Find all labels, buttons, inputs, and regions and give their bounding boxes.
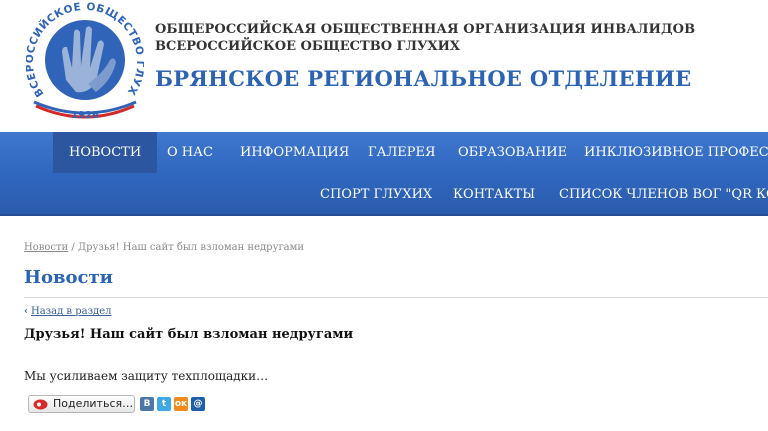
back-link-label: Назад в раздел — [31, 306, 112, 317]
breadcrumb-separator: / — [71, 242, 75, 253]
nav-item-members-qr[interactable]: СПИСОК ЧЛЕНОВ ВОГ "QR КОД" — [559, 174, 768, 215]
title-divider — [24, 297, 768, 298]
nav-item-deaf-sport[interactable]: СПОРТ ГЛУХИХ — [320, 174, 432, 215]
nav-item-news[interactable]: НОВОСТИ — [53, 132, 158, 173]
twitter-icon[interactable]: t — [157, 397, 171, 411]
mailru-icon[interactable]: @ — [191, 397, 205, 411]
main-nav: НОВОСТИ О НАС ИНФОРМАЦИЯ ГАЛЕРЕЯ ОБРАЗОВ… — [0, 132, 768, 216]
odnoklassniki-icon[interactable]: ок — [174, 397, 188, 411]
article-title: Друзья! Наш сайт был взломан недругами — [24, 327, 354, 342]
nav-item-education[interactable]: ОБРАЗОВАНИЕ — [458, 132, 567, 173]
nav-item-contacts[interactable]: КОНТАКТЫ — [453, 174, 535, 215]
site-header: ВСЕРОССИЙСКОЕ ОБЩЕСТВО ГЛУХИХ 1926 ОБЩЕР… — [0, 0, 768, 132]
org-name-line2: ВСЕРОССИЙСКОЕ ОБЩЕСТВО ГЛУХИХ — [155, 39, 461, 54]
breadcrumb-home-link[interactable]: Новости — [24, 242, 68, 253]
article-body: Мы усиливаем защиту техплощадки… — [24, 369, 269, 383]
logo-year: 1926 — [71, 110, 99, 121]
vk-icon[interactable]: В — [140, 397, 154, 411]
nav-item-gallery[interactable]: ГАЛЕРЕЯ — [368, 132, 436, 173]
breadcrumb: Новости / Друзья! Наш сайт был взломан н… — [24, 242, 304, 253]
nav-item-about[interactable]: О НАС — [167, 132, 213, 173]
nav-row-2: СПОРТ ГЛУХИХ КОНТАКТЫ СПИСОК ЧЛЕНОВ ВОГ … — [0, 174, 768, 216]
share-button[interactable]: Поделиться… — [28, 395, 135, 413]
back-to-section-link[interactable]: ‹ Назад в раздел — [24, 306, 112, 317]
region-title: БРЯНСКОЕ РЕГИОНАЛЬНОЕ ОТДЕЛЕНИЕ — [155, 66, 692, 91]
page-title: Новости — [24, 267, 113, 288]
vog-logo[interactable]: ВСЕРОССИЙСКОЕ ОБЩЕСТВО ГЛУХИХ 1926 — [26, 2, 144, 126]
share-eye-icon — [33, 399, 48, 410]
nav-row-1: НОВОСТИ О НАС ИНФОРМАЦИЯ ГАЛЕРЕЯ ОБРАЗОВ… — [0, 132, 768, 174]
breadcrumb-current: Друзья! Наш сайт был взломан недругами — [77, 242, 305, 253]
nav-item-information[interactable]: ИНФОРМАЦИЯ — [240, 132, 349, 173]
nav-item-inclusive[interactable]: ИНКЛЮЗИВНОЕ ПРОФЕССИО — [584, 132, 768, 173]
share-button-label: Поделиться… — [53, 397, 134, 410]
chevron-left-icon: ‹ — [24, 306, 28, 317]
org-name-line1: ОБЩЕРОССИЙСКАЯ ОБЩЕСТВЕННАЯ ОРГАНИЗАЦИЯ … — [155, 22, 696, 37]
